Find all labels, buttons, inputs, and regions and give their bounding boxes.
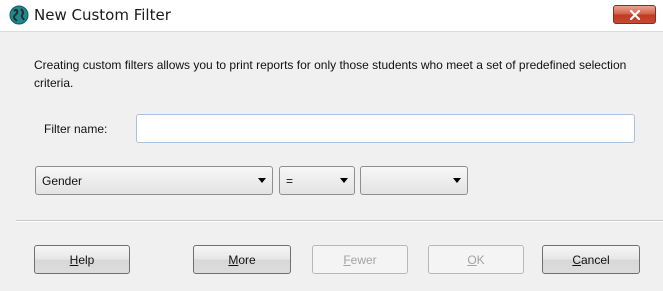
fewer-label: ewer (350, 252, 377, 267)
new-custom-filter-dialog: New Custom Filter Creating custom filter… (0, 0, 663, 291)
help-mnemonic: H (69, 252, 79, 267)
ok-mnemonic: O (467, 252, 477, 267)
more-button[interactable]: More (193, 245, 291, 274)
app-globe-icon (9, 5, 29, 25)
criteria-operator-value: = (286, 174, 294, 188)
ok-button[interactable]: OK (428, 245, 524, 274)
cancel-label: ancel (580, 252, 610, 267)
fewer-mnemonic: F (343, 252, 351, 267)
criteria-field-value: Gender (42, 174, 83, 188)
title-bar[interactable]: New Custom Filter (0, 0, 663, 32)
title-bar-divider (0, 31, 663, 32)
window-title: New Custom Filter (34, 6, 171, 24)
filter-name-label: Filter name: (44, 122, 108, 136)
chevron-down-icon (453, 178, 461, 183)
cancel-button[interactable]: Cancel (542, 245, 640, 274)
help-button[interactable]: Help (34, 245, 130, 274)
cancel-mnemonic: C (572, 252, 581, 267)
fewer-button[interactable]: Fewer (312, 245, 408, 274)
more-label: ore (238, 252, 256, 267)
description-text: Creating custom filters allows you to pr… (34, 58, 627, 90)
filter-name-input[interactable] (136, 114, 635, 143)
close-icon (629, 9, 641, 20)
more-mnemonic: M (228, 252, 239, 267)
close-button[interactable] (613, 5, 656, 24)
criteria-operator-dropdown[interactable]: = (279, 166, 355, 195)
criteria-value-dropdown[interactable] (360, 166, 468, 195)
criteria-field-dropdown[interactable]: Gender (35, 166, 273, 195)
chevron-down-icon (340, 178, 348, 183)
help-label: elp (78, 252, 95, 267)
ok-label: K (476, 252, 485, 267)
chevron-down-icon (258, 178, 266, 183)
